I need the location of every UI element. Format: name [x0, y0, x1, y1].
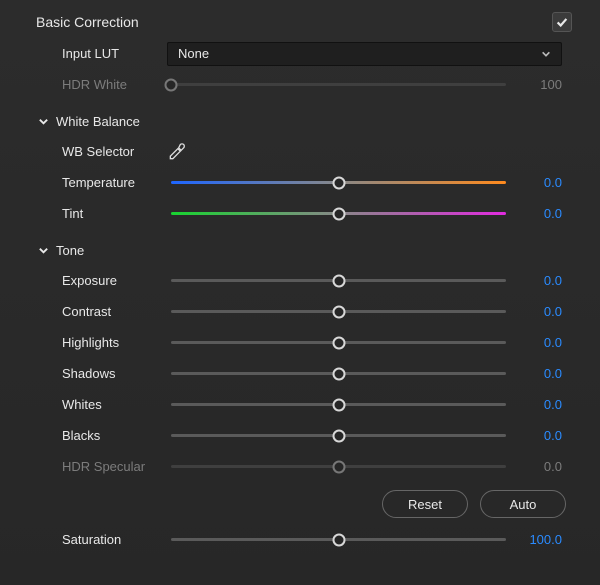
eyedropper-icon[interactable] — [167, 142, 187, 162]
tint-thumb[interactable] — [332, 207, 345, 220]
shadows-thumb[interactable] — [332, 367, 345, 380]
contrast-label: Contrast — [62, 304, 167, 319]
hdr-white-slider — [171, 83, 506, 86]
saturation-slider[interactable] — [171, 538, 506, 541]
basic-correction-panel: Basic Correction Input LUT None HDR Whit… — [0, 0, 600, 585]
chevron-down-icon — [541, 49, 551, 59]
shadows-value[interactable]: 0.0 — [510, 366, 562, 381]
checkmark-icon — [555, 15, 569, 29]
highlights-thumb[interactable] — [332, 336, 345, 349]
panel-title: Basic Correction — [36, 14, 139, 30]
hdr-white-thumb — [165, 78, 178, 91]
saturation-label: Saturation — [62, 532, 167, 547]
auto-button[interactable]: Auto — [480, 490, 566, 518]
input-lut-value: None — [178, 46, 209, 61]
chevron-down-icon — [38, 116, 49, 127]
tint-slider[interactable] — [171, 212, 506, 215]
highlights-value[interactable]: 0.0 — [510, 335, 562, 350]
section-tone[interactable]: Tone — [0, 235, 600, 265]
tint-label: Tint — [62, 206, 167, 221]
hdr-specular-slider — [171, 465, 506, 468]
temperature-thumb[interactable] — [332, 176, 345, 189]
blacks-slider[interactable] — [171, 434, 506, 437]
wb-selector-label: WB Selector — [62, 144, 167, 159]
temperature-value[interactable]: 0.0 — [510, 175, 562, 190]
highlights-slider[interactable] — [171, 341, 506, 344]
input-lut-label: Input LUT — [62, 46, 167, 61]
temperature-label: Temperature — [62, 175, 167, 190]
saturation-value[interactable]: 100.0 — [510, 532, 562, 547]
blacks-value[interactable]: 0.0 — [510, 428, 562, 443]
shadows-slider[interactable] — [171, 372, 506, 375]
hdr-specular-value: 0.0 — [510, 459, 562, 474]
contrast-slider[interactable] — [171, 310, 506, 313]
shadows-label: Shadows — [62, 366, 167, 381]
whites-value[interactable]: 0.0 — [510, 397, 562, 412]
highlights-label: Highlights — [62, 335, 167, 350]
blacks-label: Blacks — [62, 428, 167, 443]
section-white-balance[interactable]: White Balance — [0, 106, 600, 136]
exposure-value[interactable]: 0.0 — [510, 273, 562, 288]
contrast-value[interactable]: 0.0 — [510, 304, 562, 319]
whites-thumb[interactable] — [332, 398, 345, 411]
chevron-down-icon — [38, 245, 49, 256]
saturation-thumb[interactable] — [332, 533, 345, 546]
hdr-white-label: HDR White — [62, 77, 167, 92]
exposure-slider[interactable] — [171, 279, 506, 282]
exposure-thumb[interactable] — [332, 274, 345, 287]
exposure-label: Exposure — [62, 273, 167, 288]
whites-slider[interactable] — [171, 403, 506, 406]
temperature-slider[interactable] — [171, 181, 506, 184]
input-lut-dropdown[interactable]: None — [167, 42, 562, 66]
blacks-thumb[interactable] — [332, 429, 345, 442]
hdr-specular-thumb — [332, 460, 345, 473]
panel-enable-checkbox[interactable] — [552, 12, 572, 32]
whites-label: Whites — [62, 397, 167, 412]
hdr-white-value: 100 — [510, 77, 562, 92]
contrast-thumb[interactable] — [332, 305, 345, 318]
reset-button[interactable]: Reset — [382, 490, 468, 518]
hdr-specular-label: HDR Specular — [62, 459, 167, 474]
tint-value[interactable]: 0.0 — [510, 206, 562, 221]
